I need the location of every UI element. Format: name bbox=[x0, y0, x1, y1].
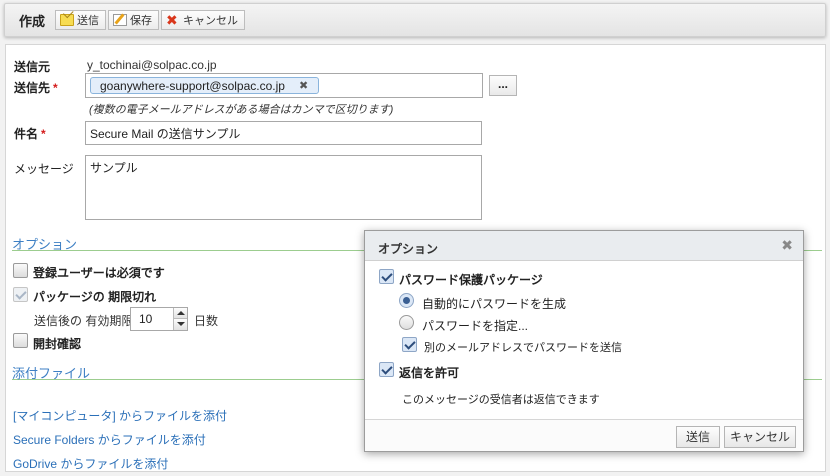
expiry-days-stepper[interactable]: 10 bbox=[130, 307, 188, 331]
message-label: メッセージ bbox=[14, 162, 74, 176]
send-button-label: 送信 bbox=[77, 15, 100, 27]
reply-note: このメッセージの受信者は返信できます bbox=[402, 394, 600, 406]
specify-password-radio[interactable] bbox=[399, 315, 414, 330]
save-button[interactable]: 保存 bbox=[108, 10, 160, 30]
close-icon: ✖ bbox=[166, 12, 178, 28]
registered-user-label: 登録ユーザーは必須です bbox=[33, 266, 165, 280]
allow-reply-label: 返信を許可 bbox=[399, 366, 460, 380]
auto-password-radio[interactable] bbox=[399, 293, 414, 308]
from-value: y_tochinai@solpac.co.jp bbox=[87, 58, 217, 72]
dialog-send-button[interactable]: 送信 bbox=[676, 426, 720, 448]
password-package-label: パスワード保護パッケージ bbox=[399, 273, 543, 287]
remove-recipient-icon[interactable]: ✖ bbox=[299, 79, 308, 92]
to-label: 送信先 * bbox=[14, 79, 58, 96]
to-label-text: 送信先 bbox=[14, 81, 51, 95]
edit-icon bbox=[113, 14, 128, 26]
compose-toolbar: 作成 送信 保存 ✖ キャンセル bbox=[4, 3, 826, 37]
dialog-title: オプション bbox=[378, 242, 439, 256]
save-button-label: 保存 bbox=[130, 15, 153, 27]
envelope-icon bbox=[60, 14, 75, 26]
specify-password-label: パスワードを指定... bbox=[422, 319, 529, 333]
dialog-close-icon[interactable]: ✖ bbox=[781, 237, 793, 254]
recipient-chip[interactable]: goanywhere-support@solpac.co.jp ✖ bbox=[90, 77, 320, 94]
attachments-heading: 添付ファイル bbox=[12, 366, 91, 381]
attach-from-computer-link[interactable]: [マイコンピュータ] からファイルを添付 bbox=[13, 407, 227, 424]
package-expiry-label: パッケージの 期限切れ bbox=[33, 290, 157, 304]
cancel-button[interactable]: ✖ キャンセル bbox=[161, 10, 246, 30]
stepper-up-icon[interactable] bbox=[174, 308, 187, 319]
options-dialog: オプション ✖ パスワード保護パッケージ 自動的にパスワードを生成 パスワードを… bbox=[364, 230, 804, 452]
subject-label: 件名 * bbox=[14, 125, 46, 142]
from-label: 送信元 bbox=[14, 60, 51, 74]
message-textarea[interactable]: サンプル bbox=[85, 155, 482, 220]
expiry-prefix: 送信後の 有効期限 bbox=[34, 314, 134, 328]
cancel-button-label: キャンセル bbox=[183, 15, 239, 27]
registered-user-checkbox[interactable] bbox=[13, 263, 28, 278]
read-receipt-checkbox[interactable] bbox=[13, 333, 28, 348]
package-expiry-checkbox[interactable] bbox=[13, 287, 28, 302]
dialog-cancel-button[interactable]: キャンセル bbox=[724, 426, 796, 448]
auto-password-label: 自動的にパスワードを生成 bbox=[422, 297, 567, 311]
dialog-footer: 送信 キャンセル bbox=[365, 419, 803, 451]
address-book-button[interactable]: ... bbox=[489, 75, 517, 96]
options-heading: オプション bbox=[12, 237, 78, 252]
send-password-separately-label: 別のメールアドレスでパスワードを送信 bbox=[424, 342, 622, 354]
recipient-email: goanywhere-support@solpac.co.jp bbox=[100, 78, 285, 93]
stepper-arrows bbox=[173, 308, 187, 330]
allow-reply-checkbox[interactable] bbox=[379, 362, 394, 377]
dialog-header: オプション ✖ bbox=[365, 231, 803, 261]
password-package-checkbox[interactable] bbox=[379, 269, 394, 284]
page-title: 作成 bbox=[19, 13, 46, 29]
to-hint: (複数の電子メールアドレスがある場合はカンマで区切ります) bbox=[89, 104, 394, 116]
required-marker: * bbox=[41, 127, 46, 141]
read-receipt-label: 開封確認 bbox=[33, 337, 82, 351]
attach-from-godrive-link[interactable]: GoDrive からファイルを添付 bbox=[13, 455, 168, 472]
to-field[interactable]: goanywhere-support@solpac.co.jp ✖ bbox=[85, 73, 483, 98]
required-marker: * bbox=[53, 81, 58, 95]
expiry-unit: 日数 bbox=[194, 314, 219, 328]
subject-label-text: 件名 bbox=[14, 127, 39, 141]
subject-input[interactable]: Secure Mail の送信サンプル bbox=[85, 121, 482, 145]
stepper-down-icon[interactable] bbox=[174, 319, 187, 330]
send-button[interactable]: 送信 bbox=[55, 10, 107, 30]
attach-from-secure-folders-link[interactable]: Secure Folders からファイルを添付 bbox=[13, 431, 206, 448]
send-password-separately-checkbox[interactable] bbox=[402, 337, 417, 352]
expiry-days-value: 10 bbox=[139, 312, 153, 326]
